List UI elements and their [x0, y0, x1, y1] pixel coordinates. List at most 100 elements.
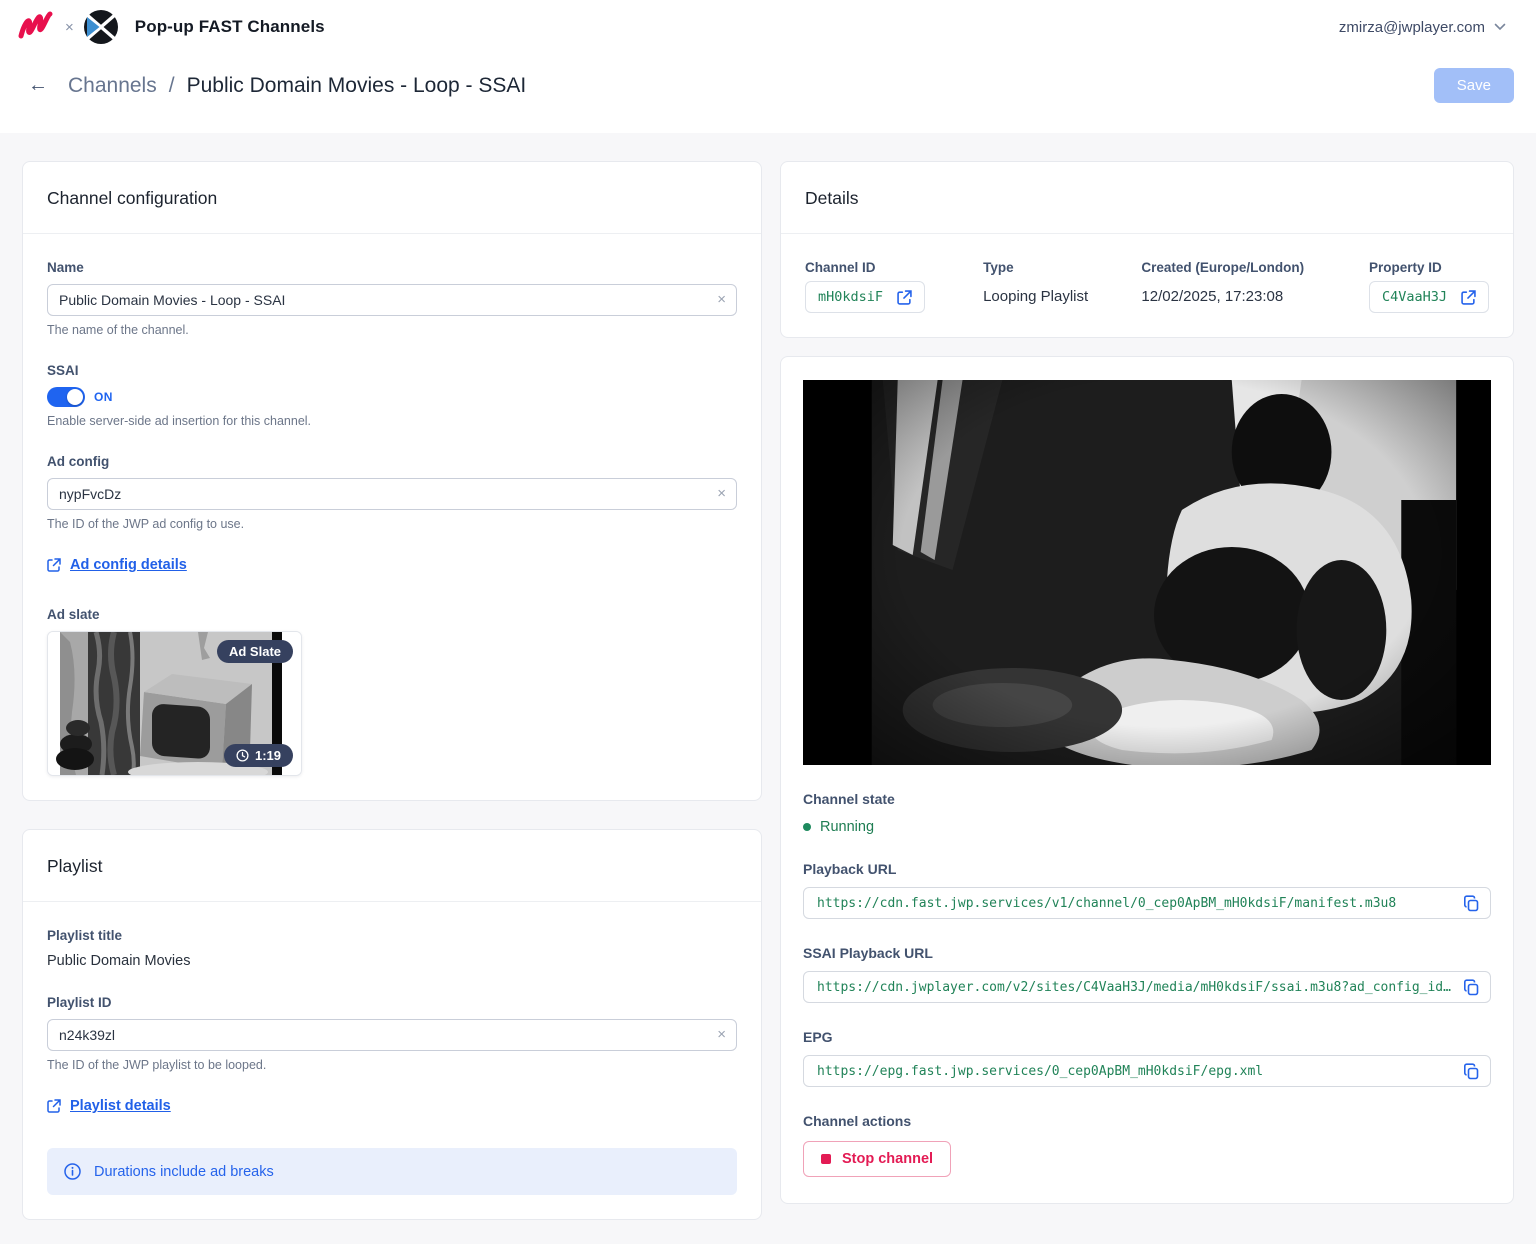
ssai-toggle[interactable] — [47, 387, 85, 407]
app-header: × Pop-up FAST Channels zmirza@jwplayer.c… — [0, 0, 1536, 54]
ad-config-input[interactable] — [47, 478, 737, 510]
account-menu[interactable]: zmirza@jwplayer.com — [1339, 19, 1506, 36]
stop-square-icon — [821, 1154, 831, 1164]
details-card: Details Channel ID mH0kdsiF — [780, 161, 1514, 338]
channel-id-chip: mH0kdsiF — [805, 281, 925, 313]
channel-state-value: Running — [820, 819, 874, 835]
copy-icon — [1463, 895, 1480, 912]
playlist-title-value: Public Domain Movies — [47, 953, 737, 969]
copy-icon — [1463, 979, 1480, 996]
playlist-id-help: The ID of the JWP playlist to be looped. — [47, 1058, 737, 1072]
open-external-icon[interactable] — [1461, 290, 1476, 305]
epg-url-value: https://epg.fast.jwp.services/0_cep0ApBM… — [817, 1064, 1451, 1079]
open-external-icon[interactable] — [897, 290, 912, 305]
ad-slate-badge: Ad Slate — [217, 640, 293, 663]
ssai-playback-url-block: SSAI Playback URL https://cdn.jwplayer.c… — [803, 945, 1491, 1003]
channel-config-card: Channel configuration Name × The name of… — [22, 161, 762, 801]
breadcrumb-bar: ← Channels / Public Domain Movies - Loop… — [0, 54, 1536, 133]
ad-config-label: Ad config — [47, 454, 737, 469]
ssai-field-block: SSAI ON Enable server-side ad insertion … — [47, 363, 737, 428]
running-dot-icon — [803, 823, 811, 831]
ad-config-details-link[interactable]: Ad config details — [47, 557, 187, 573]
channel-id-label: Channel ID — [805, 260, 983, 275]
ad-slate-block: Ad slate — [47, 607, 737, 776]
ad-slate-badge-label: Ad Slate — [229, 644, 281, 659]
channel-config-title: Channel configuration — [23, 162, 761, 234]
channel-actions-block: Channel actions Stop channel — [803, 1113, 1491, 1177]
toggle-knob — [67, 389, 83, 405]
playlist-details-link[interactable]: Playlist details — [47, 1098, 171, 1114]
type-label: Type — [983, 260, 1141, 275]
brand-logos: × Pop-up FAST Channels — [16, 9, 325, 45]
channel-status-card: Channel state Running Playback URL https… — [780, 356, 1514, 1204]
name-field-block: Name × The name of the channel. — [47, 260, 737, 337]
playlist-title-label: Playlist title — [47, 928, 737, 943]
playback-url-label: Playback URL — [803, 861, 1491, 877]
ad-config-field-block: Ad config × The ID of the JWP ad config … — [47, 454, 737, 531]
copy-icon — [1463, 1063, 1480, 1080]
external-link-icon — [47, 1099, 61, 1113]
playlist-id-label: Playlist ID — [47, 995, 737, 1010]
back-button[interactable]: ← — [24, 72, 52, 99]
ssai-toggle-state: ON — [94, 390, 113, 404]
save-button[interactable]: Save — [1434, 68, 1514, 103]
channel-state-block: Channel state Running — [803, 791, 1491, 835]
copy-epg-url-button[interactable] — [1463, 1063, 1480, 1080]
stop-channel-label: Stop channel — [842, 1151, 933, 1167]
chevron-down-icon — [1494, 23, 1506, 31]
breadcrumb-channels[interactable]: Channels — [68, 74, 157, 98]
clock-icon — [236, 749, 249, 762]
property-id-column: Property ID C4VaaH3J — [1369, 260, 1489, 313]
jwplayer-logo-icon — [16, 10, 56, 44]
ad-slate-thumbnail[interactable]: Ad Slate 1:19 — [47, 631, 302, 776]
user-email: zmirza@jwplayer.com — [1339, 19, 1485, 36]
copy-playback-url-button[interactable] — [1463, 895, 1480, 912]
channel-name-input[interactable] — [47, 284, 737, 316]
ad-slate-label: Ad slate — [47, 607, 737, 622]
playlist-id-input[interactable] — [47, 1019, 737, 1051]
channel-preview-video[interactable] — [803, 380, 1491, 765]
clear-playlist-id-icon[interactable]: × — [712, 1024, 731, 1045]
logo-separator: × — [65, 19, 74, 36]
stop-channel-button[interactable]: Stop channel — [803, 1141, 951, 1177]
playlist-card-title: Playlist — [23, 830, 761, 902]
playlist-link-label: Playlist details — [70, 1098, 171, 1114]
type-column: Type Looping Playlist — [983, 260, 1141, 313]
channel-state-label: Channel state — [803, 791, 1491, 807]
created-column: Created (Europe/London) 12/02/2025, 17:2… — [1141, 260, 1369, 313]
epg-label: EPG — [803, 1029, 1491, 1045]
property-id-chip: C4VaaH3J — [1369, 281, 1489, 313]
ad-slate-duration-label: 1:19 — [255, 748, 281, 763]
ssai-label: SSAI — [47, 363, 737, 378]
video-frame-image — [803, 380, 1491, 765]
page-title: Public Domain Movies - Loop - SSAI — [187, 74, 527, 98]
property-id-value: C4VaaH3J — [1382, 289, 1447, 305]
channel-id-column: Channel ID mH0kdsiF — [805, 260, 983, 313]
created-label: Created (Europe/London) — [1141, 260, 1369, 275]
copy-ssai-url-button[interactable] — [1463, 979, 1480, 996]
breadcrumb-separator: / — [169, 74, 175, 98]
playback-url-value: https://cdn.fast.jwp.services/v1/channel… — [817, 896, 1451, 911]
ad-slate-duration-badge: 1:19 — [224, 744, 293, 767]
name-help: The name of the channel. — [47, 323, 737, 337]
ssai-help: Enable server-side ad insertion for this… — [47, 414, 737, 428]
playlist-title-block: Playlist title Public Domain Movies — [47, 928, 737, 969]
name-label: Name — [47, 260, 737, 275]
playlist-id-block: Playlist ID × The ID of the JWP playlist… — [47, 995, 737, 1072]
type-value: Looping Playlist — [983, 288, 1141, 305]
property-id-label: Property ID — [1369, 260, 1489, 275]
epg-block: EPG https://epg.fast.jwp.services/0_cep0… — [803, 1029, 1491, 1087]
durations-info-banner: Durations include ad breaks — [47, 1148, 737, 1195]
main-content: Channel configuration Name × The name of… — [0, 133, 1536, 1244]
ssai-playback-url-label: SSAI Playback URL — [803, 945, 1491, 961]
channel-actions-label: Channel actions — [803, 1113, 1491, 1129]
clear-ad-config-icon[interactable]: × — [712, 483, 731, 504]
playlist-link-block: Playlist details — [47, 1098, 737, 1118]
clear-name-icon[interactable]: × — [712, 289, 731, 310]
created-value: 12/02/2025, 17:23:08 — [1141, 288, 1369, 305]
ssai-playback-url-value: https://cdn.jwplayer.com/v2/sites/C4VaaH… — [817, 980, 1451, 995]
external-link-icon — [47, 558, 61, 572]
channel-id-value: mH0kdsiF — [818, 289, 883, 305]
playlist-card: Playlist Playlist title Public Domain Mo… — [22, 829, 762, 1220]
ad-config-link-block: Ad config details — [47, 557, 737, 577]
